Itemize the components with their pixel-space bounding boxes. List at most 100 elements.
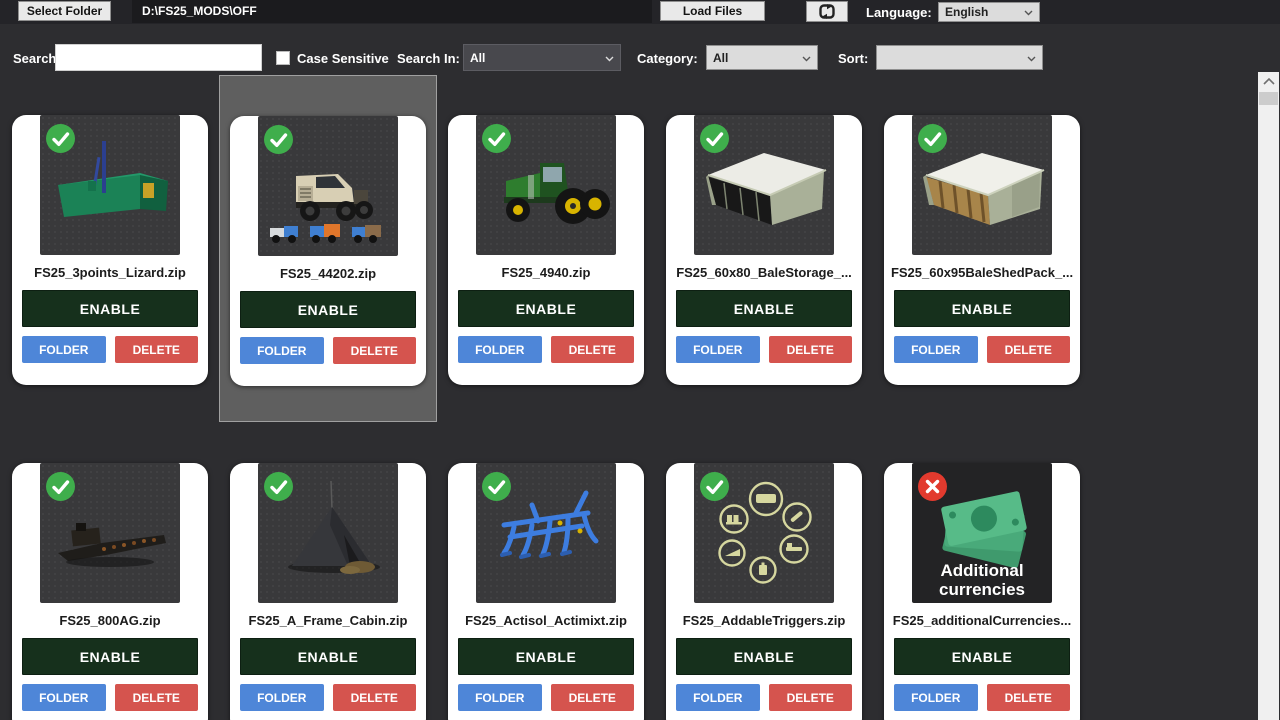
mod-thumbnail	[476, 463, 616, 603]
status-enabled-icon	[46, 472, 75, 501]
mod-card[interactable]: FS25_3points_Lizard.zip ENABLE FOLDER DE…	[12, 115, 208, 385]
enable-button[interactable]: ENABLE	[894, 638, 1070, 675]
check-icon	[700, 472, 729, 501]
mod-filename: FS25_3points_Lizard.zip	[12, 265, 208, 280]
mod-cell: FS25_4940.zip ENABLE FOLDER DELETE	[437, 75, 655, 422]
check-icon	[46, 124, 75, 153]
mod-card[interactable]: FS25_4940.zip ENABLE FOLDER DELETE	[448, 115, 644, 385]
scroll-up-button[interactable]	[1258, 72, 1279, 90]
check-icon	[264, 125, 293, 154]
mod-card[interactable]: FS25_800AG.zip ENABLE FOLDER DELETE	[12, 463, 208, 720]
mod-thumbnail: Additional currencies	[912, 463, 1052, 603]
mod-filename: FS25_AddableTriggers.zip	[666, 613, 862, 628]
delete-button[interactable]: DELETE	[115, 336, 199, 363]
search-input[interactable]	[55, 44, 262, 71]
enable-button[interactable]: ENABLE	[676, 638, 852, 675]
mod-card[interactable]: FS25_44202.zip ENABLE FOLDER DELETE	[230, 116, 426, 386]
folder-button[interactable]: FOLDER	[676, 336, 760, 363]
status-enabled-icon	[46, 124, 75, 153]
search-in-label: Search In:	[397, 51, 460, 66]
language-select-value: English	[945, 5, 1024, 19]
enable-button[interactable]: ENABLE	[240, 291, 416, 328]
category-select-value: All	[713, 51, 802, 65]
search-in-select-value: All	[470, 51, 605, 65]
search-in-select[interactable]: All	[463, 44, 621, 71]
delete-button[interactable]: DELETE	[333, 337, 417, 364]
enable-button[interactable]: ENABLE	[22, 290, 198, 327]
enable-button[interactable]: ENABLE	[458, 290, 634, 327]
mod-card[interactable]: Additional currencies FS25_additionalCur…	[884, 463, 1080, 720]
mod-cell: FS25_A_Frame_Cabin.zip ENABLE FOLDER DEL…	[219, 423, 437, 720]
mod-cell-selected: FS25_44202.zip ENABLE FOLDER DELETE	[219, 75, 437, 422]
delete-button[interactable]: DELETE	[987, 684, 1071, 711]
thumbnail-caption: Additional currencies	[912, 561, 1052, 599]
scrollbar-thumb[interactable]	[1259, 92, 1278, 105]
folder-button[interactable]: FOLDER	[458, 336, 542, 363]
mod-card[interactable]: FS25_Actisol_Actimixt.zip ENABLE FOLDER …	[448, 463, 644, 720]
language-select[interactable]: English	[938, 2, 1040, 22]
delete-button[interactable]: DELETE	[987, 336, 1071, 363]
status-enabled-icon	[482, 124, 511, 153]
folder-button[interactable]: FOLDER	[458, 684, 542, 711]
mod-filename: FS25_60x95BaleShedPack_...	[884, 265, 1080, 280]
mod-cell: FS25_800AG.zip ENABLE FOLDER DELETE	[1, 423, 219, 720]
status-enabled-icon	[482, 472, 511, 501]
mod-thumbnail	[40, 463, 180, 603]
language-label: Language:	[866, 5, 932, 20]
folder-path-field[interactable]: D:\FS25_MODS\OFF	[132, 0, 652, 23]
chevron-down-icon	[605, 51, 614, 65]
chevron-down-icon	[1024, 5, 1033, 19]
delete-button[interactable]: DELETE	[769, 684, 853, 711]
mod-thumbnail	[40, 115, 180, 255]
top-toolbar: Select Folder D:\FS25_MODS\OFF Load File…	[0, 0, 1280, 24]
sync-icon	[819, 4, 835, 19]
mod-filename: FS25_800AG.zip	[12, 613, 208, 628]
vertical-scrollbar[interactable]	[1258, 72, 1279, 720]
load-files-button[interactable]: Load Files	[660, 1, 765, 21]
mod-thumbnail	[476, 115, 616, 255]
search-label: Search:	[13, 51, 61, 66]
mod-card[interactable]: FS25_A_Frame_Cabin.zip ENABLE FOLDER DEL…	[230, 463, 426, 720]
mod-card[interactable]: FS25_60x95BaleShedPack_... ENABLE FOLDER…	[884, 115, 1080, 385]
delete-button[interactable]: DELETE	[551, 336, 635, 363]
mod-filename: FS25_60x80_BaleStorage_...	[666, 265, 862, 280]
mod-filename: FS25_Actisol_Actimixt.zip	[448, 613, 644, 628]
mod-cell: FS25_AddableTriggers.zip ENABLE FOLDER D…	[655, 423, 873, 720]
enable-button[interactable]: ENABLE	[458, 638, 634, 675]
delete-button[interactable]: DELETE	[769, 336, 853, 363]
enable-button[interactable]: ENABLE	[22, 638, 198, 675]
check-icon	[482, 124, 511, 153]
folder-button[interactable]: FOLDER	[676, 684, 760, 711]
case-sensitive-label: Case Sensitive	[297, 51, 389, 66]
status-enabled-icon	[700, 124, 729, 153]
mod-card[interactable]: FS25_AddableTriggers.zip ENABLE FOLDER D…	[666, 463, 862, 720]
case-sensitive-checkbox[interactable]	[276, 51, 290, 65]
refresh-button[interactable]	[806, 1, 848, 22]
folder-button[interactable]: FOLDER	[22, 684, 106, 711]
mod-thumbnail	[694, 463, 834, 603]
enable-button[interactable]: ENABLE	[676, 290, 852, 327]
folder-button[interactable]: FOLDER	[894, 684, 978, 711]
select-folder-button[interactable]: Select Folder	[18, 1, 111, 21]
folder-button[interactable]: FOLDER	[240, 684, 324, 711]
mod-filename: FS25_additionalCurrencies...	[884, 613, 1080, 628]
enable-button[interactable]: ENABLE	[894, 290, 1070, 327]
check-icon	[918, 124, 947, 153]
sort-label: Sort:	[838, 51, 868, 66]
delete-button[interactable]: DELETE	[551, 684, 635, 711]
status-enabled-icon	[264, 125, 293, 154]
mod-card[interactable]: FS25_60x80_BaleStorage_... ENABLE FOLDER…	[666, 115, 862, 385]
mod-thumbnail	[694, 115, 834, 255]
delete-button[interactable]: DELETE	[115, 684, 199, 711]
folder-button[interactable]: FOLDER	[894, 336, 978, 363]
sort-select[interactable]	[876, 45, 1043, 70]
folder-button[interactable]: FOLDER	[22, 336, 106, 363]
category-select[interactable]: All	[706, 45, 818, 70]
chevron-up-icon	[1263, 78, 1275, 85]
mod-cell: Additional currencies FS25_additionalCur…	[873, 423, 1091, 720]
mod-cell: FS25_Actisol_Actimixt.zip ENABLE FOLDER …	[437, 423, 655, 720]
folder-button[interactable]: FOLDER	[240, 337, 324, 364]
enable-button[interactable]: ENABLE	[240, 638, 416, 675]
delete-button[interactable]: DELETE	[333, 684, 417, 711]
check-icon	[700, 124, 729, 153]
